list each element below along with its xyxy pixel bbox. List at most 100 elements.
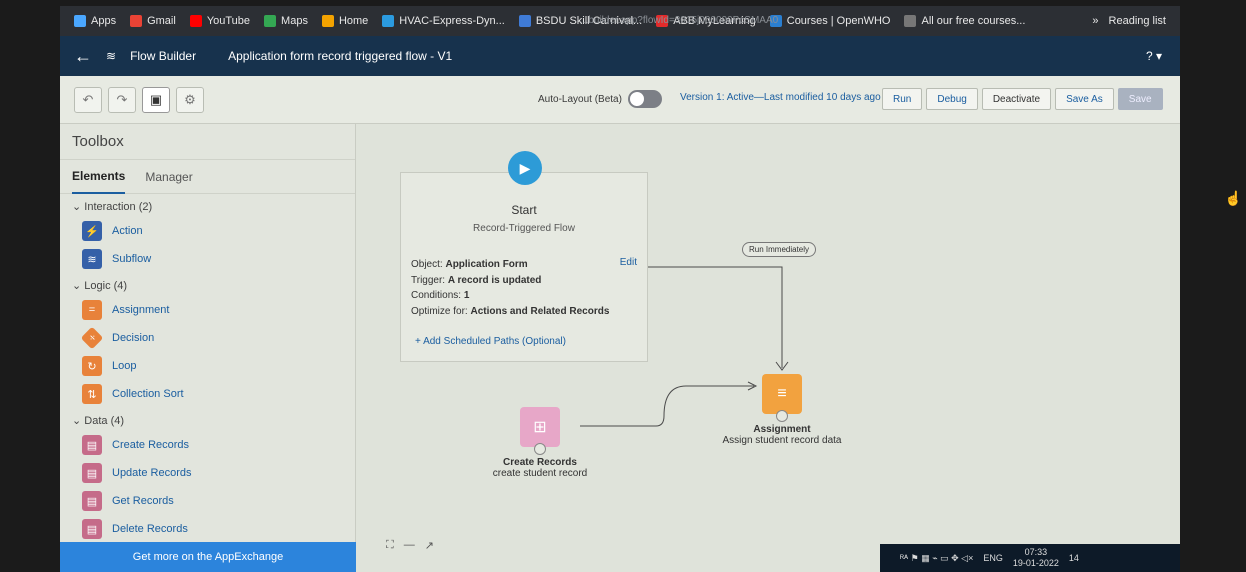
apps-grid-icon bbox=[74, 15, 86, 27]
loop-icon: ↻ bbox=[82, 356, 102, 376]
decision-icon: ÷ bbox=[80, 326, 104, 350]
assignment-node[interactable]: ≡ bbox=[762, 374, 802, 414]
more-bookmarks-button[interactable]: » bbox=[1092, 15, 1098, 27]
start-subtitle: Record-Triggered Flow bbox=[473, 223, 575, 234]
globe-icon bbox=[904, 15, 917, 27]
play-icon: ▶ bbox=[508, 151, 542, 185]
create-connector-dot[interactable] bbox=[534, 443, 546, 455]
clock[interactable]: 07:33 19-01-2022 bbox=[1013, 547, 1059, 569]
flow-header: ← ≋ Flow Builder Application form record… bbox=[60, 36, 1180, 76]
edit-start-link[interactable]: Edit bbox=[620, 257, 637, 268]
save-as-button[interactable]: Save As bbox=[1055, 88, 1114, 110]
assignment-node-label: Assignment Assign student record data bbox=[722, 424, 842, 446]
assignment-icon: = bbox=[82, 300, 102, 320]
element-action[interactable]: ⚡ Action bbox=[60, 217, 355, 245]
appexchange-link[interactable]: Get more on the AppExchange bbox=[60, 542, 356, 572]
url-fragment: ...builder.app?flowId=3015j000000PcSMAA0 bbox=[580, 15, 779, 26]
lightning-icon: ⚡ bbox=[82, 221, 102, 241]
bookmark-hvac[interactable]: HVAC-Express-Dyn... bbox=[382, 15, 505, 27]
fit-view-icon[interactable]: ⛶ bbox=[386, 539, 394, 552]
bookmark-apps[interactable]: Apps bbox=[74, 15, 116, 27]
debug-button[interactable]: Debug bbox=[926, 88, 978, 110]
reading-list-button[interactable]: Reading list bbox=[1109, 15, 1166, 27]
flow-title: Application form record triggered flow -… bbox=[228, 49, 453, 63]
delete-records-icon: ▤ bbox=[82, 519, 102, 539]
add-scheduled-paths-link[interactable]: + Add Scheduled Paths (Optional) bbox=[415, 336, 566, 347]
toggle-toolbox-button[interactable]: ▣ bbox=[142, 86, 170, 113]
element-delete-records[interactable]: ▤ Delete Records bbox=[60, 515, 355, 543]
redo-icon: ↷ bbox=[116, 91, 128, 107]
section-data[interactable]: ⌄ Data (4) bbox=[60, 408, 355, 431]
save-button[interactable]: Save bbox=[1117, 88, 1163, 110]
notification-badge[interactable]: 14 bbox=[1069, 553, 1079, 563]
update-records-icon: ▤ bbox=[82, 463, 102, 483]
toolbox-panel: Toolbox Elements Manager ⌄ Interaction (… bbox=[60, 124, 356, 572]
bookmark-home[interactable]: Home bbox=[321, 15, 368, 27]
tab-manager[interactable]: Manager bbox=[145, 160, 192, 194]
toolbox-tabs: Elements Manager bbox=[60, 160, 355, 194]
gear-icon: ⚙ bbox=[184, 91, 196, 107]
subflow-icon: ≋ bbox=[82, 249, 102, 269]
auto-layout-toggle[interactable] bbox=[627, 90, 662, 108]
create-records-icon: ⊞ bbox=[533, 419, 547, 436]
element-collection-sort[interactable]: ⇅ Collection Sort bbox=[60, 380, 355, 408]
home-icon bbox=[321, 15, 334, 27]
start-title: Start bbox=[511, 203, 537, 217]
element-assignment[interactable]: = Assignment bbox=[60, 296, 355, 324]
element-decision[interactable]: ÷ Decision bbox=[60, 324, 355, 352]
start-details: Object: Application Form Trigger: A reco… bbox=[411, 259, 610, 317]
help-menu-button[interactable]: ? ▾ bbox=[1146, 49, 1180, 63]
redo-button[interactable]: ↷ bbox=[108, 86, 136, 113]
element-subflow[interactable]: ≋ Subflow bbox=[60, 245, 355, 273]
element-get-records[interactable]: ▤ Get Records bbox=[60, 487, 355, 515]
bookmark-maps[interactable]: Maps bbox=[264, 15, 308, 27]
element-loop[interactable]: ↻ Loop bbox=[60, 352, 355, 380]
create-records-icon: ▤ bbox=[82, 435, 102, 455]
auto-layout-control: Auto-Layout (Beta) bbox=[538, 90, 662, 108]
undo-icon: ↶ bbox=[82, 91, 94, 107]
app-name: Flow Builder bbox=[130, 49, 197, 63]
toolbox-title: Toolbox bbox=[60, 124, 355, 160]
element-create-records[interactable]: ▤ Create Records bbox=[60, 431, 355, 459]
zoom-controls: ⛶ — ↗ bbox=[386, 539, 434, 552]
settings-button[interactable]: ⚙ bbox=[176, 86, 204, 113]
deactivate-button[interactable]: Deactivate bbox=[981, 88, 1052, 110]
start-node[interactable]: ▶ Start Record-Triggered Flow Object: Ap… bbox=[400, 151, 648, 362]
back-arrow-icon[interactable]: ← bbox=[74, 46, 92, 67]
language-indicator[interactable]: ENG bbox=[983, 553, 1003, 563]
run-button[interactable]: Run bbox=[882, 88, 923, 110]
expand-icon[interactable]: ↗ bbox=[425, 539, 434, 552]
section-logic[interactable]: ⌄ Logic (4) bbox=[60, 273, 355, 296]
create-node-label: Create Records create student record bbox=[492, 457, 588, 479]
run-immediately-badge: Run Immediately bbox=[742, 242, 817, 257]
zoom-out-icon[interactable]: — bbox=[404, 539, 415, 552]
cloud-icon bbox=[382, 15, 395, 27]
system-tray-icons[interactable]: ᴿᴬ ⚑ ▦ ⌁ ▭ ✥ ◁× bbox=[900, 553, 973, 564]
windows-taskbar: ᴿᴬ ⚑ ▦ ⌁ ▭ ✥ ◁× ENG 07:33 19-01-2022 14 bbox=[880, 544, 1180, 572]
auto-layout-label: Auto-Layout (Beta) bbox=[538, 93, 622, 105]
flow-canvas[interactable]: ▶ Start Record-Triggered Flow Object: Ap… bbox=[356, 124, 1180, 572]
bookmark-free-courses[interactable]: All our free courses... bbox=[904, 15, 1025, 27]
bookmark-youtube[interactable]: YouTube bbox=[189, 15, 250, 27]
doc-icon bbox=[518, 15, 531, 27]
bookmarks-bar: ...builder.app?flowId=3015j000000PcSMAA0… bbox=[60, 6, 1180, 36]
tab-elements[interactable]: Elements bbox=[72, 160, 126, 194]
gmail-icon bbox=[130, 15, 143, 27]
toolbox-icon: ▣ bbox=[149, 91, 163, 107]
cursor-icon: ☝ bbox=[1224, 190, 1242, 206]
undo-button[interactable]: ↶ bbox=[74, 86, 102, 113]
flow-builder-icon: ≋ bbox=[106, 49, 117, 63]
sort-icon: ⇅ bbox=[82, 384, 102, 404]
create-records-node[interactable]: ⊞ bbox=[520, 407, 560, 447]
toolbar: ↶ ↷ ▣ ⚙ Auto-Layout (Beta) Version 1: Ac… bbox=[60, 76, 1180, 124]
element-update-records[interactable]: ▤ Update Records bbox=[60, 459, 355, 487]
version-status: Version 1: Active—Last modified 10 days … bbox=[680, 92, 881, 103]
flow-builder-app: ↶ ↷ ▣ ⚙ Auto-Layout (Beta) Version 1: Ac… bbox=[60, 76, 1180, 572]
maps-icon bbox=[264, 15, 277, 27]
bookmark-gmail[interactable]: Gmail bbox=[130, 15, 176, 27]
assignment-connector-dot[interactable] bbox=[776, 410, 788, 422]
bookmark-openwho[interactable]: Courses | OpenWHO bbox=[769, 15, 890, 27]
assignment-icon: ≡ bbox=[777, 385, 787, 402]
section-interaction[interactable]: ⌄ Interaction (2) bbox=[60, 194, 355, 217]
youtube-icon bbox=[189, 15, 202, 27]
